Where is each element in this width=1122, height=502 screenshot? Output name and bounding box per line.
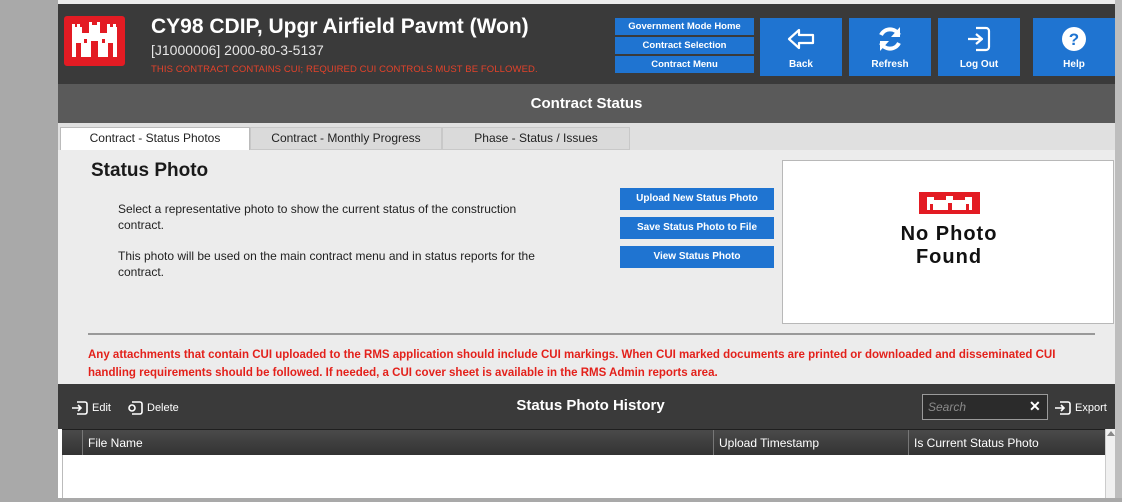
section-divider [88,333,1095,335]
search-input[interactable] [928,399,1022,415]
logout-label: Log Out [959,59,999,70]
help-button[interactable]: ? Help [1033,18,1115,76]
logout-icon [968,26,991,52]
history-table-body [62,455,1105,498]
description-select: Select a representative photo to show th… [118,202,517,232]
refresh-button[interactable]: Refresh [849,18,931,76]
government-mode-home-link[interactable]: Government Mode Home [615,18,754,35]
scroll-up-arrow-icon[interactable] [1107,431,1115,436]
export-icon [1055,401,1071,415]
back-button[interactable]: Back [760,18,842,76]
no-photo-line-1: No Photo [900,223,998,245]
help-label: Help [1063,59,1085,70]
refresh-label: Refresh [871,59,909,70]
history-toolbar: Edit Delete Status Photo History ✕ Expor… [58,384,1115,429]
window-left-edge [0,0,58,502]
help-question-icon: ? [1062,27,1086,51]
logout-button[interactable]: Log Out [938,18,1020,76]
tab-contract-monthly-progress[interactable]: Contract - Monthly Progress [250,127,442,150]
tab-contract-status-photos[interactable]: Contract - Status Photos [60,127,250,151]
table-scrollbar[interactable] [1105,429,1115,498]
back-label: Back [789,59,813,70]
save-status-photo-button[interactable]: Save Status Photo to File [620,217,774,239]
mini-nav: Government Mode Home Contract Selection … [615,18,754,75]
column-is-current-status-photo[interactable]: Is Current Status Photo [908,430,1105,456]
svg-text:?: ? [1069,30,1079,49]
cui-warning-banner: THIS CONTRACT CONTAINS CUI; REQUIRED CUI… [151,64,538,75]
usace-castle-logo [64,16,125,66]
section-title: Status Photo [91,160,209,181]
page-title: Contract Status [58,84,1115,123]
usace-castle-logo-small [919,192,980,214]
window-bottom-edge [0,498,1122,502]
status-photo-panel: Status Photo Select a representative pho… [58,150,1115,384]
history-table-header: File Name Upload Timestamp Is Current St… [62,429,1105,456]
cui-attachment-notice: Any attachments that contain CUI uploade… [88,349,1056,379]
contract-title: CY98 CDIP, Upgr Airfield Pavmt (Won) [151,15,529,38]
no-photo-line-2: Found [915,246,983,268]
refresh-icon [879,27,901,51]
contract-selection-link[interactable]: Contract Selection [615,37,754,54]
app-header: CY98 CDIP, Upgr Airfield Pavmt (Won) [J1… [58,4,1115,84]
tab-phase-status-issues[interactable]: Phase - Status / Issues [442,127,630,150]
tab-bar: Contract - Status Photos Contract - Mont… [58,123,1115,151]
app-window: CY98 CDIP, Upgr Airfield Pavmt (Won) [J1… [58,4,1115,498]
view-status-photo-button[interactable]: View Status Photo [620,246,774,268]
export-button[interactable]: Export [1054,400,1107,416]
status-photo-preview: No Photo Found [782,160,1114,324]
window-right-edge [1115,0,1122,502]
back-arrow-icon [787,28,815,50]
description-usage: This photo will be used on the main cont… [118,249,535,279]
search-box: ✕ [922,394,1048,420]
clear-search-icon[interactable]: ✕ [1029,398,1041,415]
column-file-name[interactable]: File Name [82,430,713,456]
export-label: Export [1075,402,1107,414]
contract-number: [J1000006] 2000-80-3-5137 [151,42,324,58]
contract-menu-link[interactable]: Contract Menu [615,56,754,73]
no-photo-found-text: No Photo Found [783,223,1115,269]
upload-new-status-photo-button[interactable]: Upload New Status Photo [620,188,774,210]
column-upload-timestamp[interactable]: Upload Timestamp [713,430,908,456]
